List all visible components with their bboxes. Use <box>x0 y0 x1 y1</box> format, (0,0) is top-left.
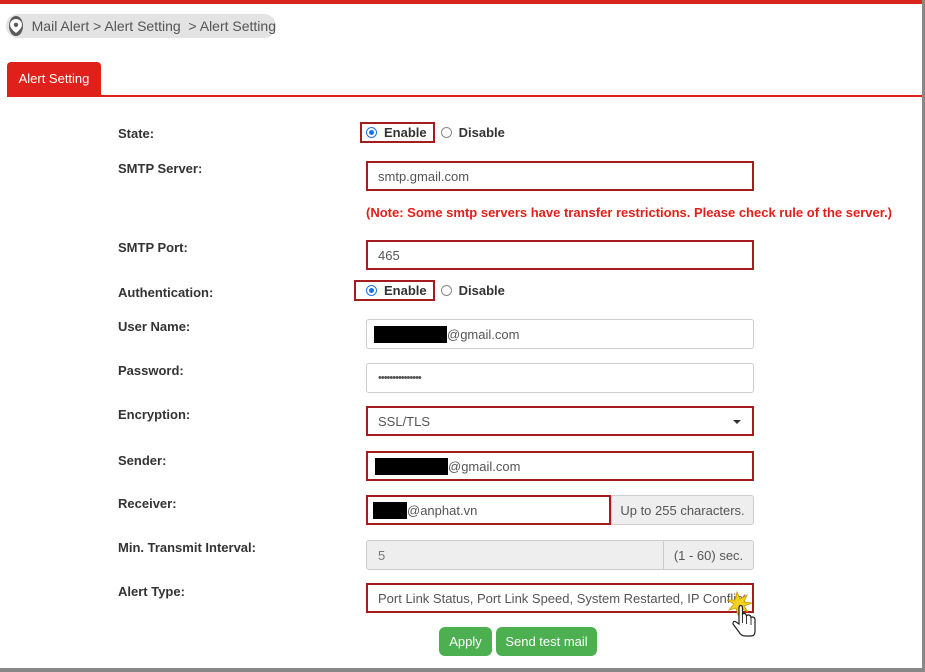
user-name-redacted <box>374 325 447 343</box>
authentication-disable-label: Disable <box>458 283 505 298</box>
password-input[interactable]: ••••••••••••••• <box>366 363 754 393</box>
smtp-port-input[interactable]: 465 <box>366 240 754 270</box>
receiver-input[interactable]: @anphat.vn <box>366 495 611 525</box>
password-label: Password: <box>118 363 184 378</box>
send-test-mail-button[interactable]: Send test mail <box>496 627 597 656</box>
user-name-input[interactable]: @gmail.com <box>366 319 754 349</box>
authentication-label: Authentication: <box>118 285 214 300</box>
chevron-down-icon[interactable] <box>733 420 741 424</box>
authentication-radio-group: Enable Disable <box>354 280 505 301</box>
authentication-enable-option[interactable]: Enable <box>354 280 435 301</box>
sender-redacted <box>375 457 448 475</box>
state-disable-label: Disable <box>458 125 505 140</box>
smtp-port-value: 465 <box>378 247 400 263</box>
authentication-enable-radio[interactable] <box>366 285 377 296</box>
tab-underline <box>7 95 922 97</box>
state-label: State: <box>118 126 155 141</box>
user-name-label: User Name: <box>118 319 191 334</box>
receiver-redacted <box>373 501 407 519</box>
min-interval-label: Min. Transmit Interval: <box>118 540 256 555</box>
receiver-value: @anphat.vn <box>407 502 478 518</box>
tab-alert-setting[interactable]: Alert Setting <box>7 62 101 95</box>
authentication-disable-option[interactable]: Disable <box>440 283 505 298</box>
receiver-label: Receiver: <box>118 496 177 511</box>
smtp-server-input[interactable]: smtp.gmail.com <box>366 161 754 191</box>
sender-input[interactable]: @gmail.com <box>366 451 754 481</box>
sender-label: Sender: <box>118 453 167 468</box>
min-interval-range-hint: (1 - 60) sec. <box>663 540 754 570</box>
min-interval-value: 5 <box>378 547 386 563</box>
hand-cursor-icon <box>727 590 756 637</box>
location-pin-icon <box>9 16 23 36</box>
state-enable-label: Enable <box>384 125 427 140</box>
alert-type-select[interactable]: Port Link Status, Port Link Speed, Syste… <box>366 583 754 613</box>
sender-value: @gmail.com <box>448 458 521 474</box>
user-name-value: @gmail.com <box>447 326 520 342</box>
apply-button[interactable]: Apply <box>439 627 492 656</box>
alert-type-label: Alert Type: <box>118 584 185 599</box>
state-disable-radio[interactable] <box>440 127 452 138</box>
encryption-select[interactable]: SSL/TLS <box>366 406 754 436</box>
state-enable-option[interactable]: Enable <box>360 122 435 143</box>
encryption-value: SSL/TLS <box>378 413 431 429</box>
state-disable-option[interactable]: Disable <box>440 125 505 140</box>
window-frame-bottom <box>0 668 925 672</box>
state-radio-group: Enable Disable <box>360 122 505 143</box>
top-accent-bar <box>0 0 925 4</box>
alert-type-value: Port Link Status, Port Link Speed, Syste… <box>378 590 747 606</box>
min-interval-input[interactable]: 5 <box>366 540 664 570</box>
authentication-disable-radio[interactable] <box>440 285 452 296</box>
authentication-enable-label: Enable <box>384 283 427 298</box>
smtp-server-value: smtp.gmail.com <box>378 168 470 184</box>
receiver-char-limit-hint: Up to 255 characters. <box>611 495 754 525</box>
encryption-label: Encryption: <box>118 407 191 422</box>
breadcrumb-text: Mail Alert > Alert Setting > Alert Setti… <box>31 18 276 34</box>
smtp-server-label: SMTP Server: <box>118 161 203 176</box>
smtp-port-label: SMTP Port: <box>118 240 188 255</box>
password-value: ••••••••••••••• <box>378 372 422 384</box>
breadcrumb: Mail Alert > Alert Setting > Alert Setti… <box>6 14 276 38</box>
state-enable-radio[interactable] <box>366 127 377 138</box>
smtp-server-note: (Note: Some smtp servers have transfer r… <box>366 205 893 220</box>
